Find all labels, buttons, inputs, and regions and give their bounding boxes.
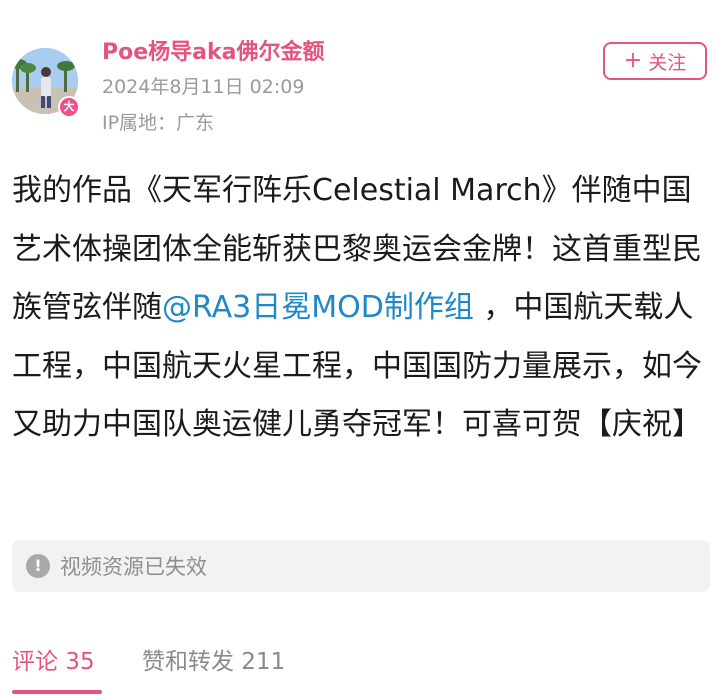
video-unavailable-text: 视频资源已失效 (60, 555, 207, 579)
plus-icon: + (623, 48, 643, 73)
tab-bar: 评论 35 赞和转发 211 (0, 630, 727, 696)
info-icon: ! (26, 554, 50, 578)
post-content: 我的作品《天军行阵乐Celestial March》伴随中国艺术体操团体全能斩获… (12, 162, 712, 455)
post-timestamp: 2024年8月11日 02:09 (102, 76, 305, 98)
avatar-badge: 大 (58, 96, 80, 118)
follow-label: 关注 (648, 51, 687, 74)
mention-link[interactable]: @RA3日冕MOD制作组 (162, 290, 474, 325)
follow-button[interactable]: + 关注 (603, 42, 707, 80)
post-header: 大 Poe杨导aka佛尔金额 2024年8月11日 02:09 IP属地：广东 … (0, 0, 727, 150)
tab-comments[interactable]: 评论 35 (12, 642, 95, 676)
tab-likes-reposts[interactable]: 赞和转发 211 (142, 642, 285, 676)
ip-location: IP属地：广东 (102, 112, 215, 134)
active-tab-indicator (12, 690, 102, 694)
video-unavailable-notice: ! 视频资源已失效 (12, 540, 710, 592)
author-name[interactable]: Poe杨导aka佛尔金额 (102, 34, 324, 66)
